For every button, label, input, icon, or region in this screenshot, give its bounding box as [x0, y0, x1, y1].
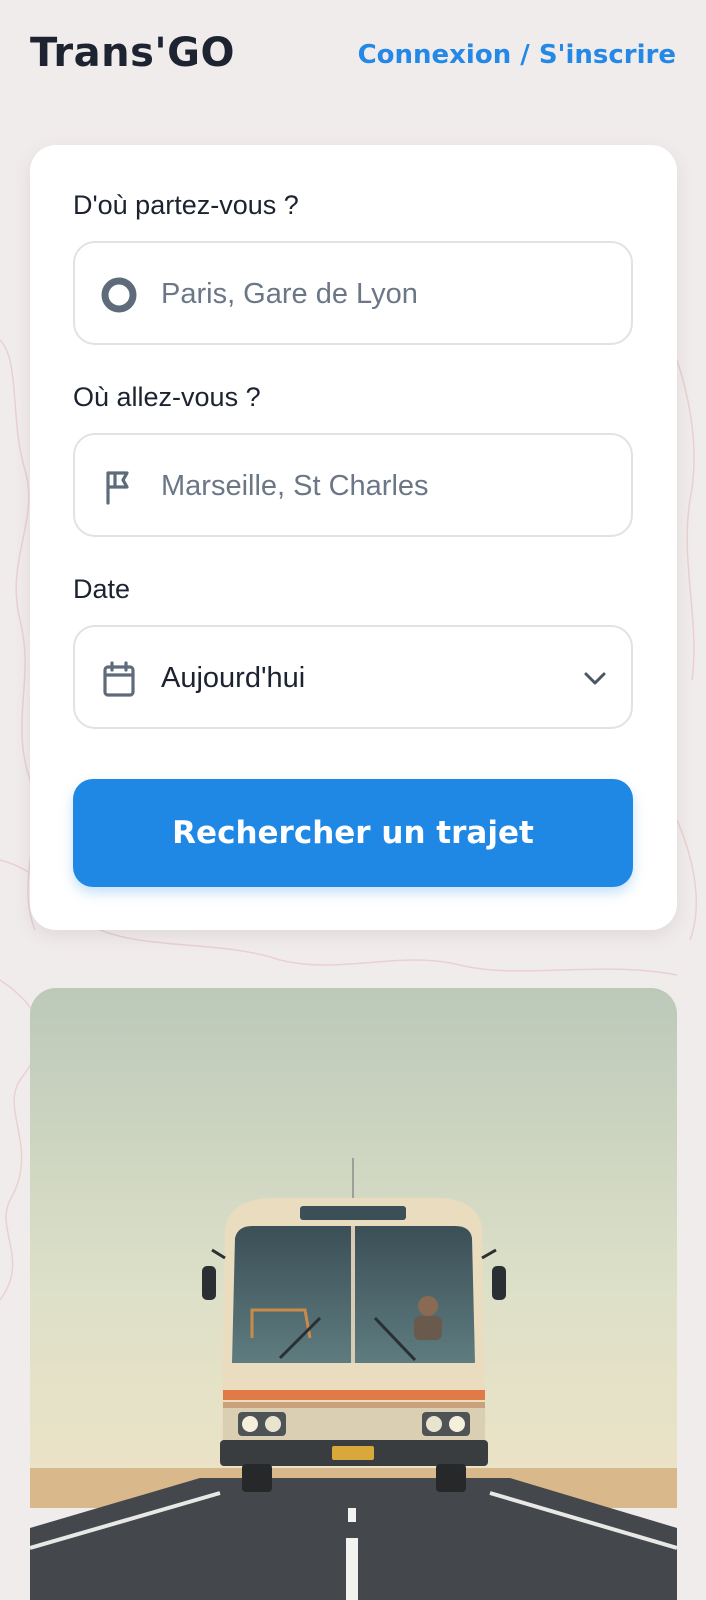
- login-signup-link[interactable]: Connexion / S'inscrire: [358, 40, 676, 70]
- from-field[interactable]: Paris, Gare de Lyon: [73, 241, 633, 345]
- hero-bus-image: [30, 988, 677, 1600]
- date-select[interactable]: Aujourd'hui: [73, 625, 633, 729]
- app-logo: Trans'GO: [30, 30, 235, 76]
- search-trip-button[interactable]: Rechercher un trajet: [73, 779, 633, 887]
- date-label: Date: [73, 574, 131, 604]
- search-card: D'où partez-vous ? Paris, Gare de Lyon O…: [30, 145, 677, 930]
- to-field[interactable]: Marseille, St Charles: [73, 433, 633, 537]
- to-label: Où allez-vous ?: [73, 382, 261, 412]
- to-placeholder: Marseille, St Charles: [161, 470, 429, 502]
- from-placeholder: Paris, Gare de Lyon: [161, 278, 418, 310]
- from-label: D'où partez-vous ?: [73, 190, 299, 220]
- calendar-icon: [103, 661, 135, 697]
- flag-icon: [106, 471, 129, 505]
- chevron-down-icon: [584, 672, 606, 685]
- header: Trans'GO Connexion / S'inscrire: [0, 0, 706, 115]
- bus-illustration: [30, 988, 677, 1600]
- origin-circle-icon: [101, 277, 137, 313]
- date-value: Aujourd'hui: [161, 662, 306, 694]
